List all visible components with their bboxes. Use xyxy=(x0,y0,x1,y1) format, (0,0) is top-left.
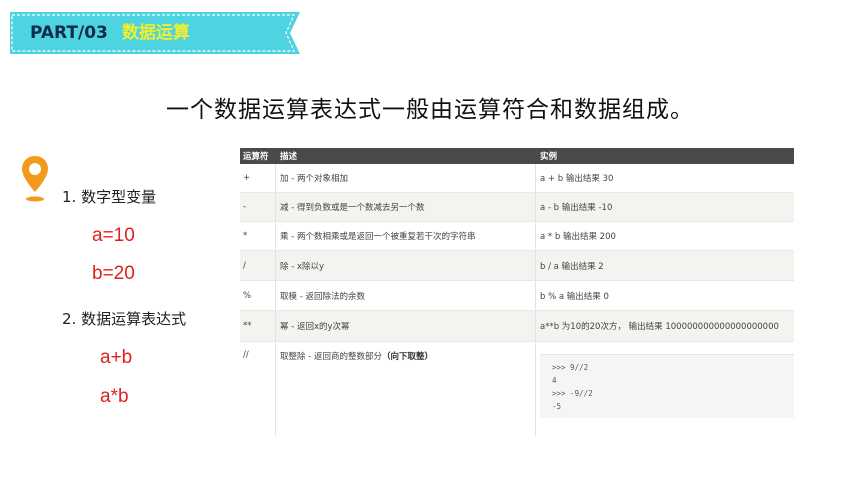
table-row: * 乘 - 两个数相乘或是返回一个被重复若干次的字符串 a * b 输出结果 2… xyxy=(240,222,794,251)
cell-desc: 取模 - 返回除法的余数 xyxy=(276,281,536,310)
list-item-expressions: 2. 数据运算表达式 xyxy=(62,310,187,328)
cell-desc: 加 - 两个对象相加 xyxy=(276,164,536,192)
code-line: -5 xyxy=(552,402,562,411)
table-row: / 除 - x除以y b / a 输出结果 2 xyxy=(240,251,794,281)
code-example: >>> 9//2 4 >>> -9//2 -5 xyxy=(540,354,794,418)
headline: 一个数据运算表达式一般由运算符合和数据组成。 xyxy=(166,97,694,123)
cell-op: / xyxy=(240,251,276,280)
code-line: >>> -9//2 xyxy=(552,389,593,398)
cell-op: // xyxy=(240,342,276,436)
cell-example: b / a 输出结果 2 xyxy=(540,261,604,272)
code-line: >>> 9//2 xyxy=(552,363,589,372)
cell-desc: 减 - 得到负数或是一个数减去另一个数 xyxy=(276,193,536,221)
table-header: 运算符 描述 实例 xyxy=(240,148,794,164)
table-row: - 减 - 得到负数或是一个数减去另一个数 a - b 输出结果 -10 xyxy=(240,193,794,222)
cell-example: a - b 输出结果 -10 xyxy=(540,203,613,213)
header-description: 描述 xyxy=(280,152,298,162)
table-row: % 取模 - 返回除法的余数 b % a 输出结果 0 xyxy=(240,281,794,311)
list-item-numeric-vars: 1. 数字型变量 xyxy=(62,188,157,206)
table-row: + 加 - 两个对象相加 a + b 输出结果 30 xyxy=(240,164,794,193)
cell-example: b % a 输出结果 0 xyxy=(540,291,609,302)
cell-op: ** xyxy=(240,311,276,341)
cell-desc-text: 取整除 - 返回商的整数部分 xyxy=(280,352,382,362)
location-pin-icon xyxy=(20,154,50,208)
cell-desc: 取整除 - 返回商的整数部分 （向下取整） xyxy=(276,342,536,436)
operator-table: 运算符 描述 实例 + 加 - 两个对象相加 a + b 输出结果 30 - 减… xyxy=(240,148,794,436)
cell-op: % xyxy=(240,281,276,310)
cell-desc: 乘 - 两个数相乘或是返回一个被重复若干次的字符串 xyxy=(276,222,536,250)
cell-desc-bold: （向下取整） xyxy=(381,352,433,362)
section-banner: PART/03 数据运算 xyxy=(10,12,300,54)
expr-sum: a+b xyxy=(100,347,133,368)
cell-example: a**b 为10的20次方， 输出结果 10000000000000000000… xyxy=(540,322,779,332)
cell-desc: 幂 - 返回x的y次幂 xyxy=(276,311,536,341)
expr-product: a*b xyxy=(100,386,129,407)
banner-text: PART/03 数据运算 xyxy=(30,21,190,45)
value-a: a=10 xyxy=(92,225,135,246)
cell-example: a + b 输出结果 30 xyxy=(540,174,614,184)
header-example: 实例 xyxy=(540,152,558,162)
cell-op: - xyxy=(240,193,276,221)
cell-example: a * b 输出结果 200 xyxy=(540,232,616,242)
cell-op: + xyxy=(240,164,276,192)
cell-desc: 除 - x除以y xyxy=(276,251,536,280)
table-row: ** 幂 - 返回x的y次幂 a**b 为10的20次方， 输出结果 10000… xyxy=(240,311,794,342)
value-b: b=20 xyxy=(92,263,135,284)
header-operator: 运算符 xyxy=(243,152,269,162)
cell-op: * xyxy=(240,222,276,250)
code-line: 4 xyxy=(552,376,557,385)
part-label: PART/03 xyxy=(30,23,108,43)
part-title: 数据运算 xyxy=(121,23,190,43)
